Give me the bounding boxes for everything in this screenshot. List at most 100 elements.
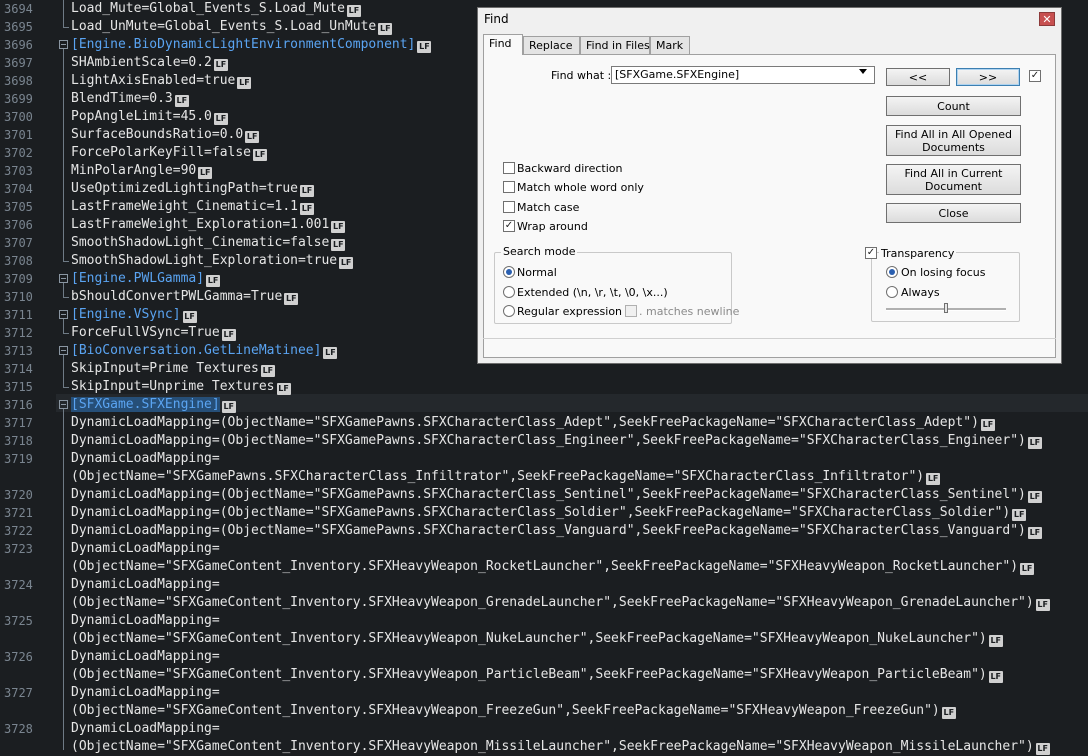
eol-lf-marker: LF [988, 635, 1003, 647]
line-number: 3695 [4, 20, 33, 34]
transparency-always-radio[interactable] [886, 286, 898, 298]
code-line[interactable]: DynamicLoadMapping= [71, 720, 220, 738]
match-case-checkbox[interactable] [503, 201, 515, 213]
line-number: 3709 [4, 272, 33, 286]
fold-guide-line [63, 49, 64, 261]
code-line[interactable]: SHAmbientScale=0.2 LF [71, 54, 228, 72]
code-line[interactable]: DynamicLoadMapping= [71, 648, 220, 666]
code-line[interactable]: ForcePolarKeyFill=false LF [71, 144, 268, 162]
code-line[interactable]: DynamicLoadMapping=(ObjectName="SFXGameP… [71, 414, 995, 432]
eol-lf-marker: LF [1035, 599, 1050, 611]
line-number: 3694 [4, 2, 33, 16]
dialog-close-button[interactable]: Close [886, 203, 1021, 223]
tab-find[interactable]: Find [483, 34, 523, 55]
code-line[interactable]: (ObjectName="SFXGameContent_Inventory.SF… [71, 594, 1050, 612]
code-line[interactable]: PopAngleLimit=45.0 LF [71, 108, 228, 126]
code-line[interactable]: LastFrameWeight_Cinematic=1.1 LF [71, 198, 314, 216]
find-next-button[interactable]: >> [956, 68, 1020, 86]
code-line[interactable]: (ObjectName="SFXGamePawns.SFXCharacterCl… [71, 468, 941, 486]
eol-lf-marker: LF [941, 707, 956, 719]
eol-lf-marker: LF [174, 95, 189, 107]
line-number: 3713 [4, 344, 33, 358]
fold-collapse-icon[interactable] [59, 310, 68, 319]
find-all-current-button[interactable]: Find All in Current Document [886, 164, 1021, 195]
code-text: (ObjectName="SFXGameContent_Inventory.SF… [71, 703, 940, 718]
search-mode-title: Search mode [501, 245, 578, 258]
tab-find-in-files[interactable]: Find in Files [580, 36, 650, 54]
code-line[interactable]: SmoothShadowLight_Cinematic=false LF [71, 234, 346, 252]
code-line[interactable]: DynamicLoadMapping=(ObjectName="SFXGameP… [71, 522, 1042, 540]
code-line[interactable]: (ObjectName="SFXGameContent_Inventory.SF… [71, 666, 1003, 684]
fold-collapse-icon[interactable] [59, 346, 68, 355]
code-line[interactable]: SkipInput=Prime Textures LF [71, 360, 275, 378]
code-line[interactable]: [Engine.BioDynamicLightEnvironmentCompon… [71, 36, 432, 54]
code-line[interactable]: [SFXGame.SFXEngine] LF [71, 396, 236, 414]
eol-lf-marker: LF [299, 203, 314, 215]
find-what-input[interactable]: [SFXGame.SFXEngine] [611, 66, 875, 84]
code-line[interactable]: SmoothShadowLight_Exploration=true LF [71, 252, 354, 270]
code-line[interactable]: [Engine.VSync] LF [71, 306, 197, 324]
fold-guide-line [63, 0, 64, 27]
line-number: 3699 [4, 92, 33, 106]
tab-replace[interactable]: Replace [523, 36, 580, 54]
line-number: 3701 [4, 128, 33, 142]
match-whole-word-checkbox[interactable] [503, 181, 515, 193]
code-line[interactable]: SurfaceBoundsRatio=0.0 LF [71, 126, 260, 144]
search-mode-regex-label: Regular expression [517, 305, 623, 318]
search-mode-extended-radio[interactable] [503, 286, 515, 298]
code-line[interactable]: bShouldConvertPWLGamma=True LF [71, 288, 299, 306]
code-line[interactable]: DynamicLoadMapping= [71, 612, 220, 630]
search-mode-normal-radio[interactable] [503, 266, 515, 278]
code-line[interactable]: DynamicLoadMapping= [71, 576, 220, 594]
code-line[interactable]: LastFrameWeight_Exploration=1.001 LF [71, 216, 346, 234]
code-line[interactable]: (ObjectName="SFXGameContent_Inventory.SF… [71, 702, 956, 720]
eol-lf-marker: LF [1027, 437, 1042, 449]
close-icon[interactable]: ✕ [1039, 12, 1055, 26]
chevron-down-icon[interactable] [859, 69, 867, 74]
transparency-checkbox[interactable]: ✓ [865, 247, 877, 259]
transparency-on-losing-focus-radio[interactable] [886, 266, 898, 278]
section-header-text: [Engine.BioDynamicLightEnvironmentCompon… [71, 37, 416, 52]
matches-newline-checkbox[interactable] [625, 305, 637, 317]
code-line[interactable]: BlendTime=0.3 LF [71, 90, 189, 108]
code-line[interactable]: DynamicLoadMapping= [71, 450, 220, 468]
code-line[interactable]: [BioConversation.GetLineMatinee] LF [71, 342, 338, 360]
code-line[interactable]: ForceFullVSync=True LF [71, 324, 236, 342]
line-number: 3725 [4, 614, 33, 628]
wrap-around-checkbox[interactable]: ✓ [503, 220, 515, 232]
code-line[interactable]: DynamicLoadMapping=(ObjectName="SFXGameP… [71, 486, 1042, 504]
search-mode-extended-label: Extended (\n, \r, \t, \0, \x...) [517, 286, 668, 299]
code-line[interactable]: [Engine.PWLGamma] LF [71, 270, 221, 288]
code-line[interactable]: UseOptimizedLightingPath=true LF [71, 180, 314, 198]
code-line[interactable]: LightAxisEnabled=true LF [71, 72, 252, 90]
code-line[interactable]: DynamicLoadMapping= [71, 684, 220, 702]
fold-collapse-icon[interactable] [59, 40, 68, 49]
tab-mark[interactable]: Mark [650, 36, 690, 54]
find-dialog[interactable]: Find ✕ Find Replace Find in Files Mark F… [477, 7, 1062, 364]
transparency-slider-thumb[interactable] [944, 303, 948, 313]
find-all-opened-button[interactable]: Find All in All Opened Documents [886, 125, 1021, 156]
direction-checkbox[interactable]: ✓ [1029, 70, 1041, 82]
code-line[interactable]: (ObjectName="SFXGameContent_Inventory.SF… [71, 738, 1050, 756]
code-line[interactable]: DynamicLoadMapping=(ObjectName="SFXGameP… [71, 504, 1027, 522]
fold-collapse-icon[interactable] [59, 274, 68, 283]
eol-lf-marker: LF [260, 365, 275, 377]
search-mode-regex-radio[interactable] [503, 305, 515, 317]
code-line[interactable]: Load_UnMute=Global_Events_S.Load_UnMute L… [71, 18, 393, 36]
dialog-title-bar[interactable]: Find ✕ [478, 8, 1061, 30]
code-line[interactable]: Load_Mute=Global_Events_S.Load_Mute LF [71, 0, 361, 18]
code-line[interactable]: (ObjectName="SFXGameContent_Inventory.SF… [71, 630, 1003, 648]
backward-direction-checkbox[interactable] [503, 162, 515, 174]
code-line[interactable]: MinPolarAngle=90 LF [71, 162, 213, 180]
fold-collapse-icon[interactable] [59, 400, 68, 409]
count-button[interactable]: Count [886, 96, 1021, 116]
code-line[interactable]: (ObjectName="SFXGameContent_Inventory.SF… [71, 558, 1035, 576]
code-line[interactable]: DynamicLoadMapping= [71, 540, 220, 558]
line-number: 3698 [4, 74, 33, 88]
find-previous-button[interactable]: << [886, 68, 950, 86]
code-text: DynamicLoadMapping= [71, 451, 220, 466]
code-text: PopAngleLimit=45.0 [71, 109, 212, 124]
code-line[interactable]: DynamicLoadMapping=(ObjectName="SFXGameP… [71, 432, 1042, 450]
code-line[interactable]: SkipInput=Unprime Textures LF [71, 378, 291, 396]
line-number: 3706 [4, 218, 33, 232]
